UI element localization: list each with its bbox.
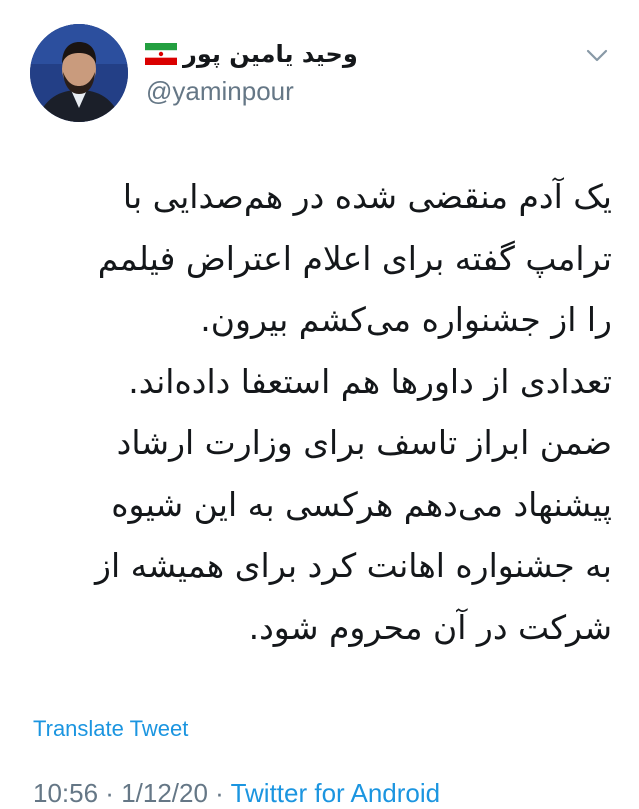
tweet-line: را از جشنواره می‌کشم بیرون.: [200, 300, 612, 339]
tweet-line: به جشنواره اهانت کرد برای همیشه از: [95, 546, 612, 585]
tweet-line: یک آدم منقضی شده در هم‌صدایی با: [122, 177, 612, 216]
tweet-line: شرکت در آن محروم شود.: [248, 607, 612, 647]
name-row: وحید یامین پور: [145, 36, 358, 72]
meta-separator: ·: [98, 778, 122, 808]
tweet-text: یک آدم منقضی شده در هم‌صدایی با ترامپ گف…: [30, 166, 612, 658]
tweet-line: تعدادی از داورها هم استعفا داده‌اند.: [128, 361, 612, 401]
tweet-date: 1/12/20: [121, 778, 208, 808]
tweet-source-link[interactable]: Twitter for Android: [231, 778, 441, 808]
tweet-header: وحید یامین پور @yaminpour: [0, 0, 639, 140]
tweet-meta: 10:56 · 1/12/20 · Twitter for Android: [33, 778, 440, 809]
chevron-down-icon[interactable]: [585, 48, 609, 64]
tweet-line: پیشنهاد می‌دهم هرکسی به این شیوه: [111, 484, 612, 524]
tweet-line: ترامپ گفته برای اعلام اعتراض فیلمم: [97, 238, 612, 278]
meta-separator: ·: [207, 778, 231, 808]
tweet-time: 10:56: [33, 778, 99, 808]
display-name[interactable]: وحید یامین پور: [183, 40, 358, 68]
avatar-image: [30, 24, 128, 122]
translate-tweet-link[interactable]: Translate Tweet: [33, 716, 188, 742]
tweet-line: ضمن ابراز تاسف برای وزارت ارشاد: [116, 423, 612, 462]
avatar[interactable]: [30, 24, 128, 122]
user-handle[interactable]: @yaminpour: [146, 76, 294, 107]
iran-flag-icon: [145, 43, 177, 65]
